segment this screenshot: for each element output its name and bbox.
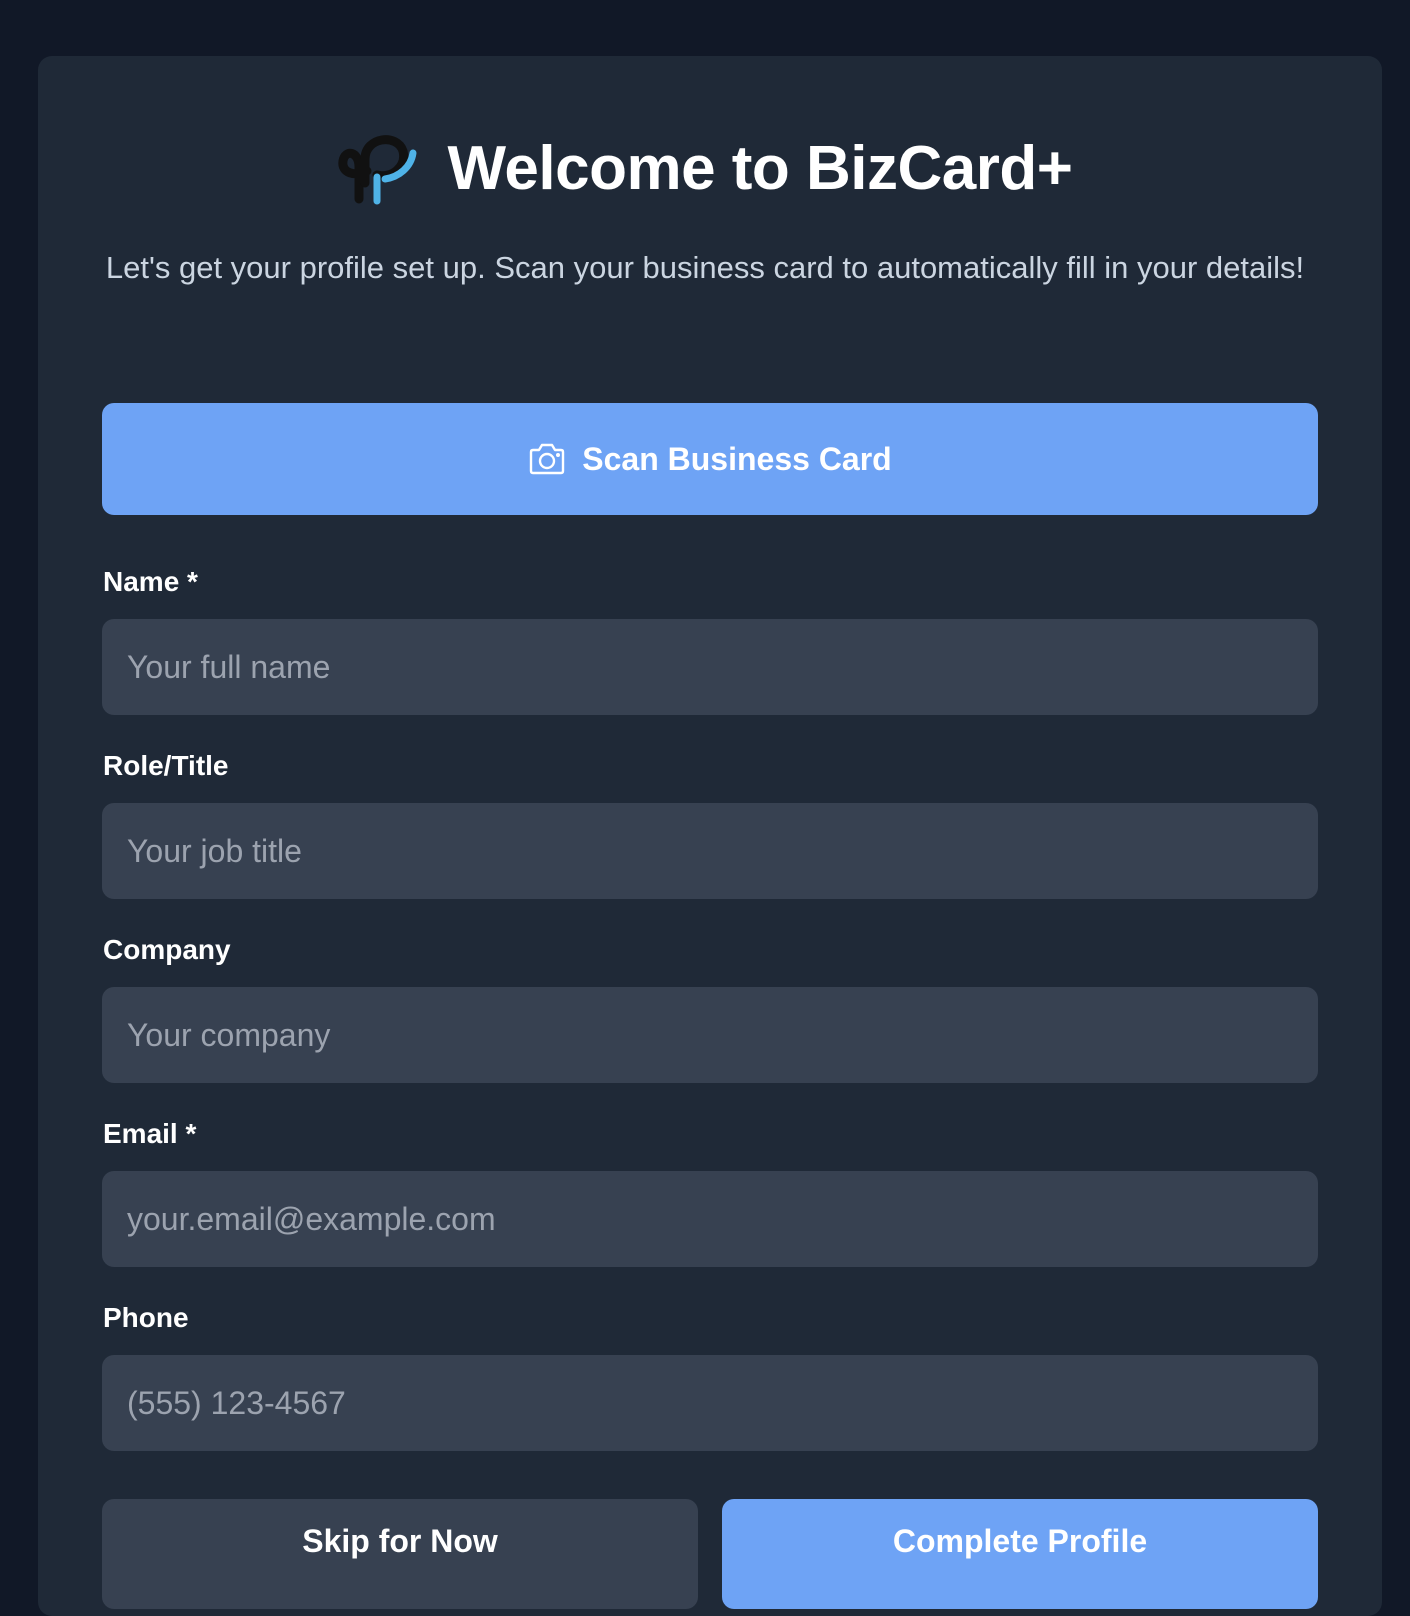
page-subtitle: Let's get your profile set up. Scan your… (105, 250, 1305, 285)
complete-profile-button[interactable]: Complete Profile (722, 1499, 1318, 1609)
phone-label: Phone (103, 1302, 189, 1333)
company-label: Company (103, 934, 231, 965)
role-input[interactable] (102, 803, 1318, 899)
name-input[interactable] (102, 619, 1318, 715)
skip-button[interactable]: Skip for Now (102, 1499, 698, 1609)
role-label: Role/Title (103, 750, 229, 781)
scan-business-card-button[interactable]: Scan Business Card (102, 403, 1318, 515)
page-title: Welcome to BizCard+ (447, 133, 1073, 203)
complete-profile-button-label: Complete Profile (892, 1523, 1148, 1559)
header: Welcome to BizCard+ (0, 128, 1410, 208)
phone-input[interactable] (102, 1355, 1318, 1451)
company-input[interactable] (102, 987, 1318, 1083)
skip-button-label: Skip for Now (302, 1523, 498, 1559)
name-label: Name * (103, 566, 198, 597)
camera-icon (530, 443, 565, 475)
email-label: Email * (103, 1118, 197, 1149)
scan-button-label: Scan Business Card (582, 440, 892, 477)
email-input[interactable] (102, 1171, 1318, 1267)
bizcard-logo-icon (338, 135, 417, 205)
